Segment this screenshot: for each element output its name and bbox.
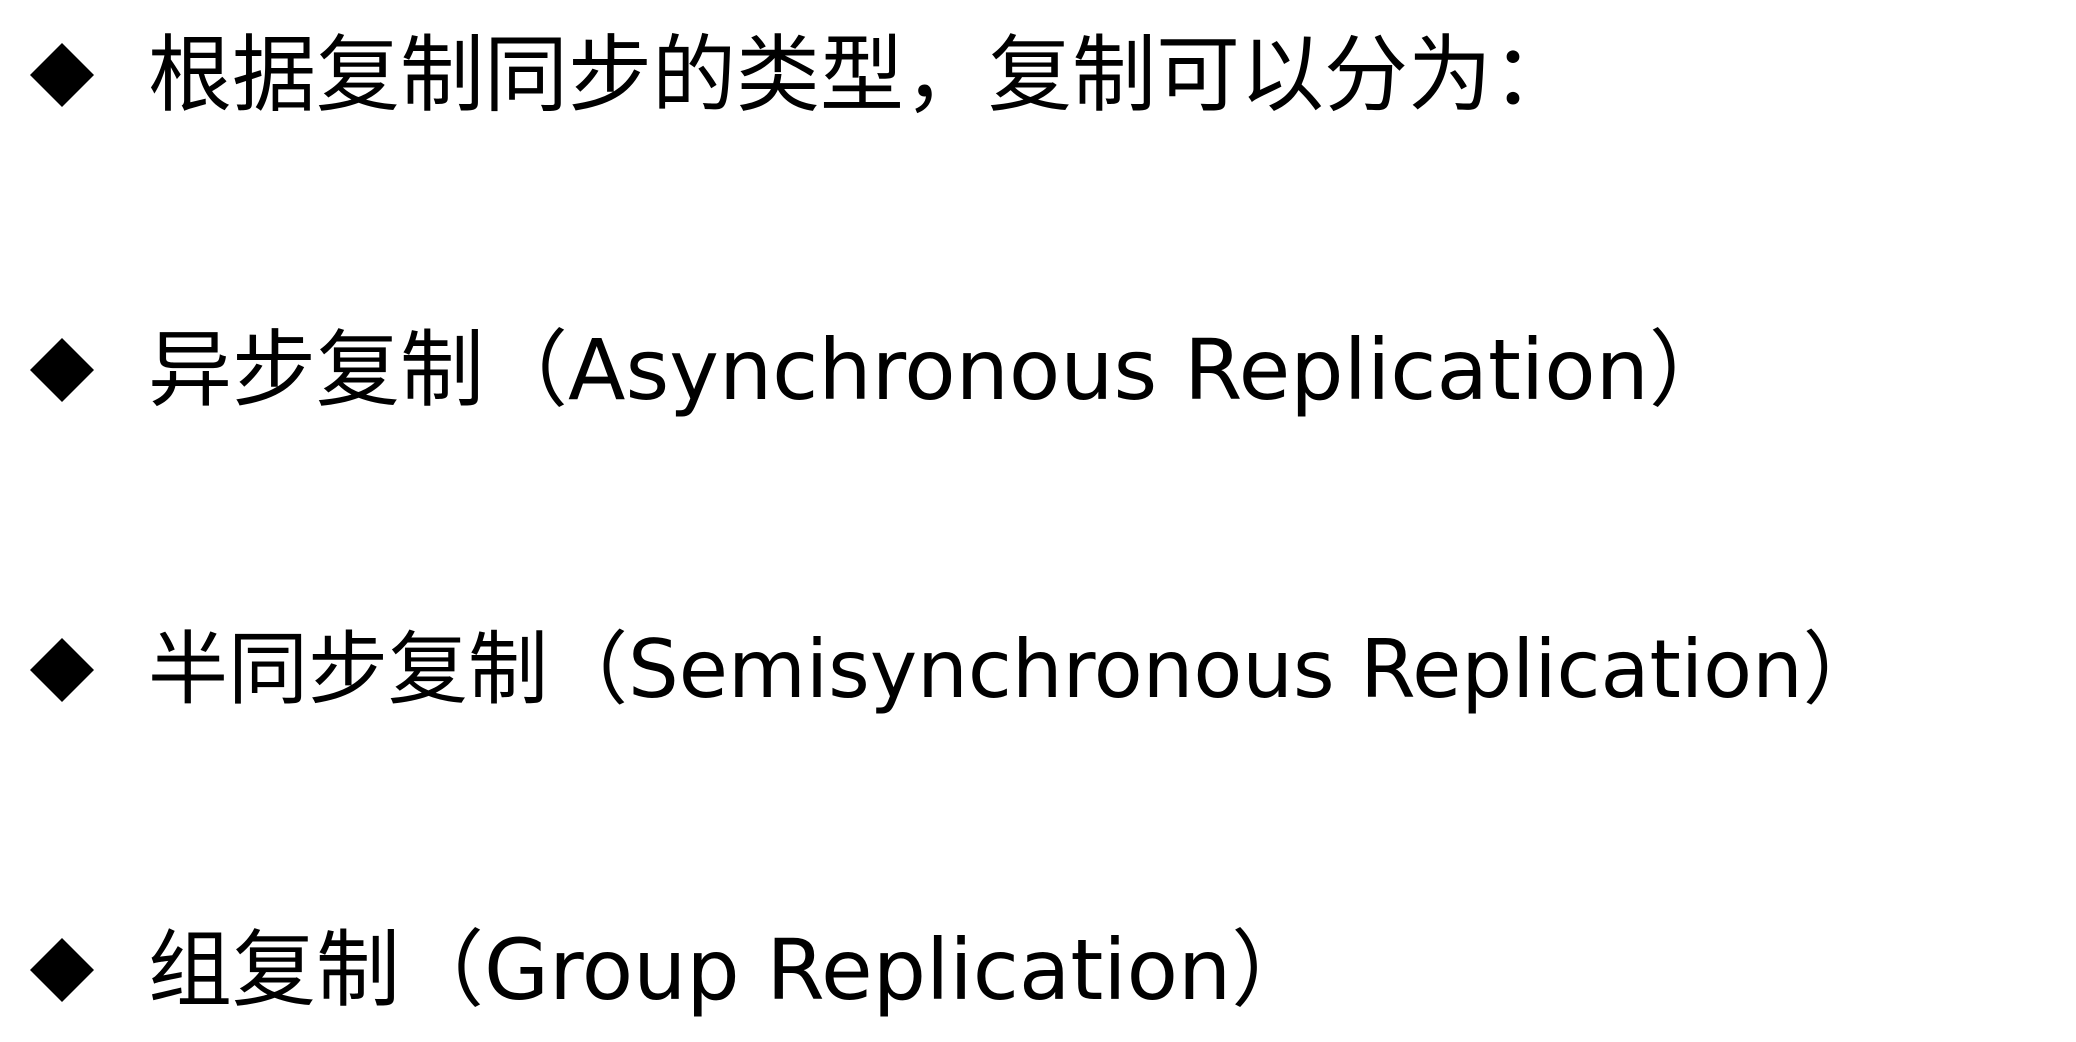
bullet-item-semisync-replication: 半同步复制（Semisynchronous Replication） <box>26 615 1883 725</box>
bullet-text: 异步复制（Asynchronous Replication） <box>148 321 1733 419</box>
bullet-text: 组复制（Group Replication） <box>148 921 1316 1019</box>
bullet-text: 根据复制同步的类型，复制可以分为： <box>148 26 1577 124</box>
slide: 根据复制同步的类型，复制可以分为： 异步复制（Asynchronous Repl… <box>0 0 2076 1042</box>
diamond-bullet-icon <box>26 934 98 1006</box>
diamond-bullet-icon <box>26 634 98 706</box>
bullet-item-replication-types: 根据复制同步的类型，复制可以分为： <box>26 20 1576 130</box>
bullet-item-async-replication: 异步复制（Asynchronous Replication） <box>26 315 1733 425</box>
bullet-text: 半同步复制（Semisynchronous Replication） <box>148 623 1883 716</box>
diamond-bullet-icon <box>26 334 98 406</box>
diamond-bullet-icon <box>26 39 98 111</box>
bullet-item-group-replication: 组复制（Group Replication） <box>26 915 1315 1025</box>
